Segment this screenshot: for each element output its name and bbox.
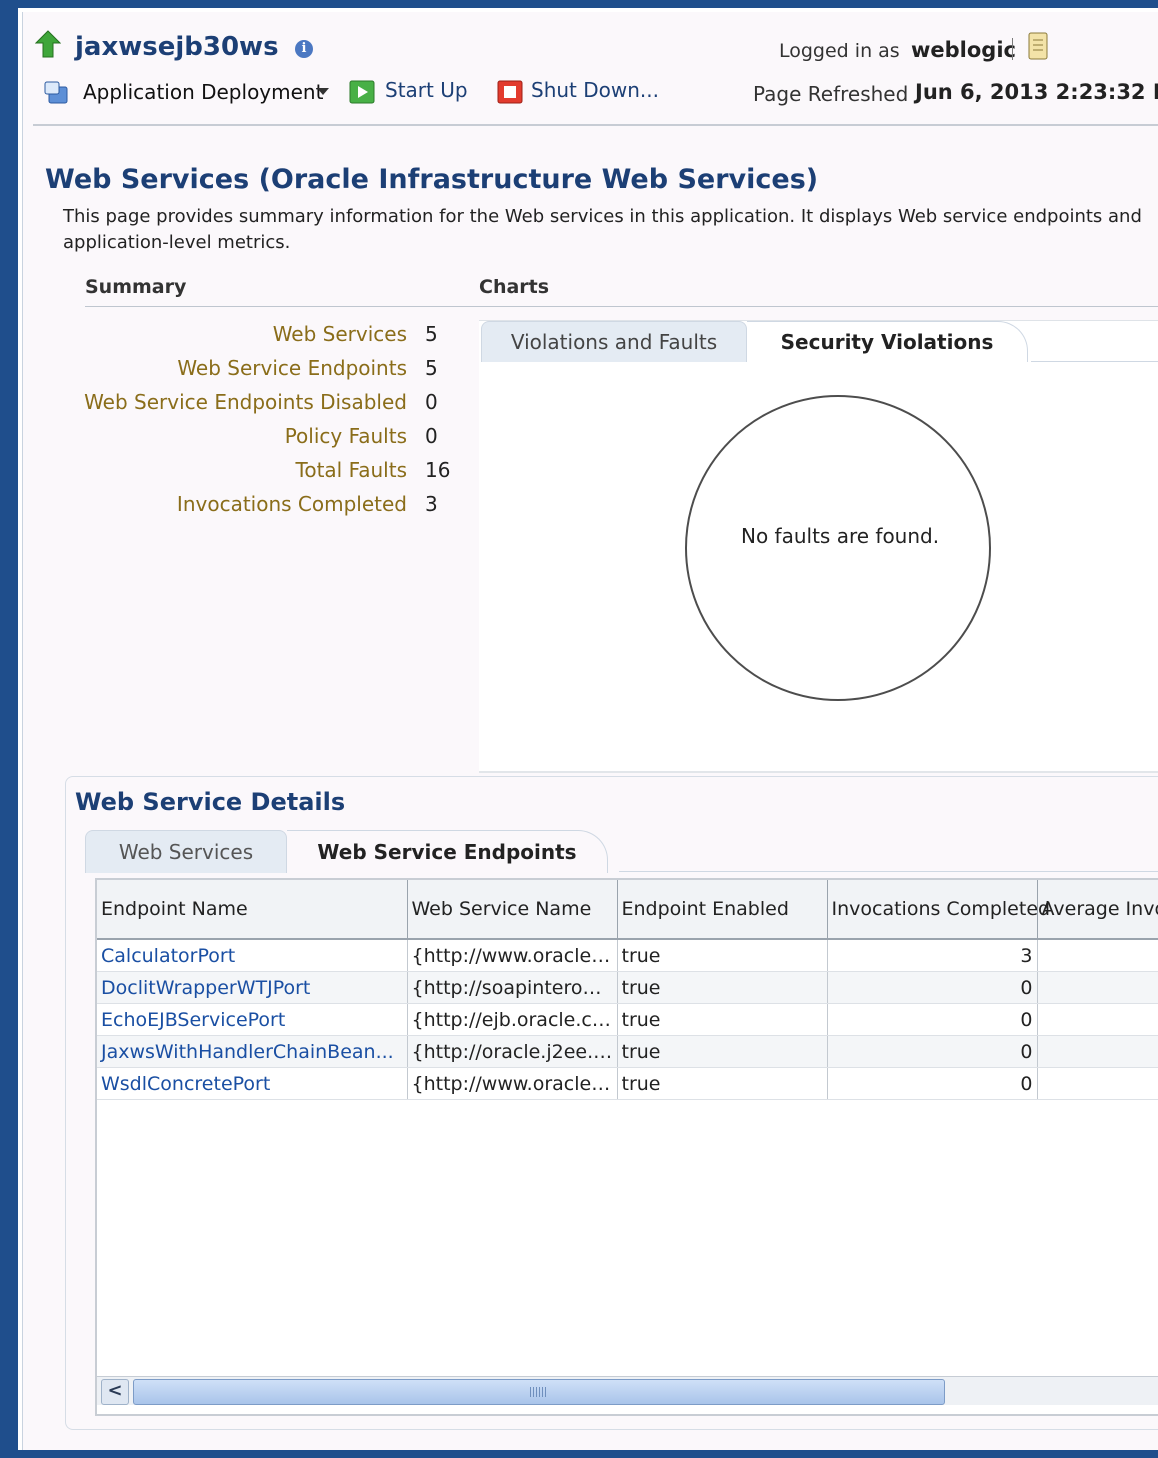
endpoint-enabled-cell: true [617, 971, 828, 1004]
endpoint-name-link[interactable]: WsdlConcretePort [97, 1067, 408, 1100]
web-service-details-heading: Web Service Details [75, 788, 346, 816]
summary-value: 16 [425, 458, 451, 482]
application-deployment-menu[interactable]: Application Deployment [83, 80, 323, 104]
endpoint-name-link[interactable]: CalculatorPort [97, 939, 408, 972]
summary-row-invocations: Invocations Completed 3 [85, 492, 485, 526]
column-header-endpoint-enabled[interactable]: Endpoint Enabled [617, 880, 828, 940]
summary-heading: Summary [85, 276, 187, 298]
page-content: jaxwsejb30ws i Logged in as weblogic App… [22, 12, 1158, 1450]
tab-baseline [619, 871, 1158, 872]
page-refreshed-label: Page Refreshed [753, 82, 909, 106]
application-deployment-icon [44, 81, 68, 104]
endpoint-name-link[interactable]: JaxwsWithHandlerChainBean... [97, 1035, 408, 1068]
scrollbar-thumb[interactable] [133, 1379, 945, 1405]
summary-row-endpoints: Web Service Endpoints 5 [85, 356, 485, 390]
summary-label[interactable]: Invocations Completed [177, 492, 407, 516]
invocations-cell: 3 [827, 939, 1038, 972]
summary-value: 0 [425, 424, 438, 448]
endpoint-enabled-cell: true [617, 1035, 828, 1068]
endpoint-enabled-cell: true [617, 1003, 828, 1036]
endpoint-enabled-cell: true [617, 1067, 828, 1100]
header-separator [1012, 38, 1013, 60]
endpoint-enabled-cell: true [617, 939, 828, 972]
tab-security-violations[interactable]: Security Violations [747, 321, 1028, 362]
invocations-cell: 0 [827, 1003, 1038, 1036]
column-header-invocations-completed[interactable]: Invocations Completed [827, 880, 1050, 940]
page-title: Web Services (Oracle Infrastructure Web … [45, 164, 819, 195]
horizontal-scrollbar[interactable]: < [97, 1376, 1158, 1405]
summary-label[interactable]: Web Service Endpoints Disabled [84, 390, 407, 414]
endpoint-name-link[interactable]: DoclitWrapperWTJPort [97, 971, 408, 1004]
chevron-down-icon[interactable] [317, 88, 329, 95]
header-divider [33, 124, 1158, 126]
start-up-button[interactable]: Start Up [385, 78, 468, 102]
no-faults-message: No faults are found. [741, 524, 940, 548]
info-icon[interactable]: i [295, 40, 313, 58]
invocations-cell: 0 [827, 971, 1038, 1004]
logged-in-user[interactable]: weblogic [911, 38, 1016, 62]
scroll-left-button[interactable]: < [101, 1379, 129, 1405]
web-service-name-cell: {http://ejb.oracle.com/... [407, 1003, 618, 1036]
invocations-cell: 0 [827, 1035, 1038, 1068]
tab-baseline [1031, 361, 1158, 362]
column-header-average-invocation-time[interactable]: Average Invocation Time [1037, 880, 1158, 940]
tab-violations-and-faults[interactable]: Violations and Faults [481, 321, 747, 362]
shut-down-icon[interactable] [497, 80, 523, 104]
page-description: This page provides summary information f… [63, 206, 1142, 253]
column-header-web-service-name[interactable]: Web Service Name [407, 880, 618, 940]
summary-value: 3 [425, 492, 438, 516]
tab-web-services[interactable]: Web Services [85, 830, 287, 873]
table-row: DoclitWrapperWTJPort {http://soapinterop… [97, 971, 1158, 1004]
empty-chart-circle [685, 395, 991, 701]
web-service-name-cell: {http://www.oracle.com/... [407, 939, 618, 972]
average-time-cell [1037, 939, 1158, 972]
column-header-endpoint-name[interactable]: Endpoint Name [97, 880, 408, 940]
page-refreshed-value[interactable]: Jun 6, 2013 2:23:32 PM [915, 80, 1158, 104]
web-service-name-cell: {http://soapinterop.org/... [407, 971, 618, 1004]
invocations-cell: 0 [827, 1067, 1038, 1100]
average-time-cell [1037, 1035, 1158, 1068]
average-time-cell [1037, 971, 1158, 1004]
summary-value: 5 [425, 356, 438, 380]
table-header-row: Endpoint Name Web Service Name Endpoint … [97, 880, 1158, 940]
summary-row-web-services: Web Services 5 [85, 322, 485, 356]
tab-web-service-endpoints[interactable]: Web Service Endpoints [287, 830, 608, 873]
summary-label[interactable]: Total Faults [296, 458, 407, 482]
summary-row-total-faults: Total Faults 16 [85, 458, 485, 492]
table-row: CalculatorPort {http://www.oracle.com/..… [97, 939, 1158, 972]
shut-down-button[interactable]: Shut Down... [531, 78, 659, 102]
logged-in-label: Logged in as [779, 40, 900, 62]
average-time-cell [1037, 1067, 1158, 1100]
web-service-name-cell: {http://www.oracle.com/... [407, 1067, 618, 1100]
web-service-name-cell: {http://oracle.j2ee.ws/... [407, 1035, 618, 1068]
endpoint-name-link[interactable]: EchoEJBServicePort [97, 1003, 408, 1036]
summary-value: 0 [425, 390, 438, 414]
summary-label[interactable]: Policy Faults [285, 424, 407, 448]
scrollbar-grip-icon [530, 1387, 546, 1397]
window-bottom-frame [0, 1450, 1158, 1458]
target-name: jaxwsejb30ws [75, 32, 279, 62]
average-time-cell [1037, 1003, 1158, 1036]
summary-divider [85, 306, 1158, 307]
charts-heading: Charts [479, 276, 550, 298]
summary-row-policy-faults: Policy Faults 0 [85, 424, 485, 458]
summary-label[interactable]: Web Services [273, 322, 407, 346]
window-left-frame [0, 0, 18, 1458]
target-up-status-icon [35, 30, 61, 58]
summary-value: 5 [425, 322, 438, 346]
table-row: WsdlConcretePort {http://www.oracle.com/… [97, 1067, 1158, 1100]
summary-row-endpoints-disabled: Web Service Endpoints Disabled 0 [84, 390, 485, 424]
window-top-frame [0, 0, 1158, 8]
summary-label[interactable]: Web Service Endpoints [177, 356, 407, 380]
page-document-icon[interactable] [1027, 32, 1049, 60]
table-row: EchoEJBServicePort {http://ejb.oracle.co… [97, 1003, 1158, 1036]
endpoints-table: Endpoint Name Web Service Name Endpoint … [95, 878, 1158, 1416]
table-row: JaxwsWithHandlerChainBean... {http://ora… [97, 1035, 1158, 1068]
start-up-icon[interactable] [349, 80, 375, 104]
